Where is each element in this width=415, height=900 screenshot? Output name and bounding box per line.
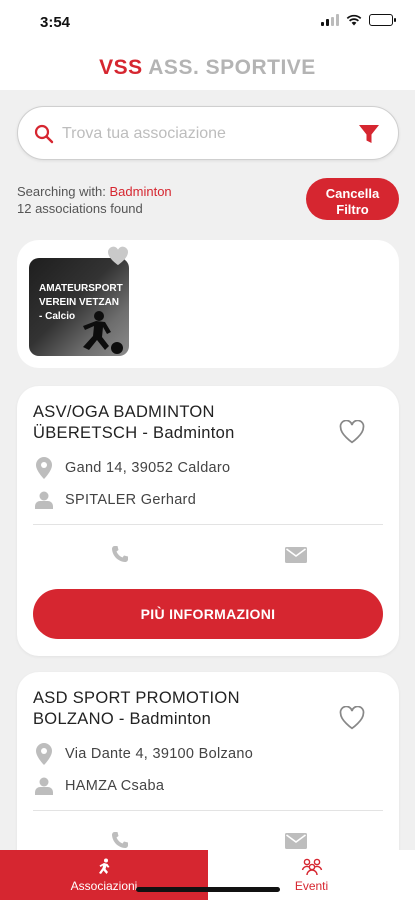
contact-row: HAMZA Csaba (33, 777, 164, 795)
heart-outline-icon[interactable] (339, 420, 365, 444)
cancel-filter-label-line2: Filtro (336, 201, 369, 217)
tab-label: Eventi (294, 878, 329, 893)
status-time: 3:54 (40, 14, 71, 31)
signal-icon (321, 14, 339, 26)
app-header: VSS ASS. SPORTIVE (0, 46, 415, 90)
page-title: VSS ASS. SPORTIVE (0, 46, 415, 90)
contact-name: SPITALER Gerhard (65, 492, 197, 508)
heart-outline-icon[interactable] (339, 706, 365, 730)
search-criteria: Searching with: Badminton (17, 183, 172, 200)
search-bar[interactable] (17, 106, 399, 160)
heart-filled-icon[interactable] (107, 246, 129, 266)
search-icon (34, 124, 54, 144)
cancel-filter-label-line1: Cancella (325, 185, 380, 201)
home-indicator (136, 887, 280, 892)
search-term: Badminton (109, 184, 172, 199)
mail-icon[interactable] (285, 547, 307, 563)
status-bar: 3:54 (0, 0, 415, 46)
address-row: Via Dante 4, 39100 Bolzano (33, 743, 253, 765)
address-text: Gand 14, 39052 Caldaro (65, 460, 231, 476)
cancel-filter-button[interactable]: Cancella Filtro (306, 178, 399, 220)
phone-icon[interactable] (111, 831, 129, 849)
search-criteria-prefix: Searching with: (17, 184, 106, 199)
search-summary: Searching with: Badminton 12 association… (17, 183, 172, 217)
featured-association-card[interactable]: AMATEURSPORTVEREIN VETZAN - Calcio (29, 258, 129, 356)
contact-row: SPITALER Gerhard (33, 491, 196, 509)
search-input[interactable] (62, 121, 332, 147)
more-info-button[interactable]: PIÙ INFORMAZIONI (33, 589, 383, 639)
results-count: 12 associations found (17, 201, 143, 216)
tab-associazioni[interactable]: Associazioni (0, 850, 208, 900)
mail-icon[interactable] (285, 833, 307, 849)
location-pin-icon (33, 743, 55, 765)
phone-icon[interactable] (111, 545, 129, 563)
tab-label: Associazioni (70, 878, 138, 893)
address-text: Via Dante 4, 39100 Bolzano (65, 746, 254, 762)
address-row: Gand 14, 39052 Caldaro (33, 457, 230, 479)
filter-icon[interactable] (358, 123, 380, 145)
location-pin-icon (33, 457, 55, 479)
card-divider (33, 810, 383, 811)
association-name: ASV/OGA BADMINTON ÜBERETSCH - Badminton (33, 403, 235, 442)
wifi-icon (346, 14, 362, 26)
association-card: ASV/OGA BADMINTON ÜBERETSCH - Badminton … (17, 386, 399, 656)
bottom-tab-bar: Associazioni Eventi (0, 850, 415, 900)
featured-association-label: AMATEURSPORTVEREIN VETZAN - Calcio (39, 283, 123, 322)
person-icon (33, 491, 55, 509)
battery-icon (369, 14, 396, 26)
person-icon (33, 777, 55, 795)
runner-icon (99, 858, 110, 874)
header-subtitle: ASS. SPORTIVE (148, 56, 316, 79)
association-name: ASD SPORT PROMOTION BOLZANO - Badminton (33, 689, 240, 728)
brand-name: VSS (99, 56, 143, 79)
featured-associations: AMATEURSPORTVEREIN VETZAN - Calcio (17, 240, 399, 368)
tab-eventi[interactable]: Eventi (208, 850, 415, 900)
card-divider (33, 524, 383, 525)
people-icon (301, 858, 322, 875)
status-icons (321, 14, 396, 26)
contact-name: HAMZA Csaba (65, 778, 165, 794)
